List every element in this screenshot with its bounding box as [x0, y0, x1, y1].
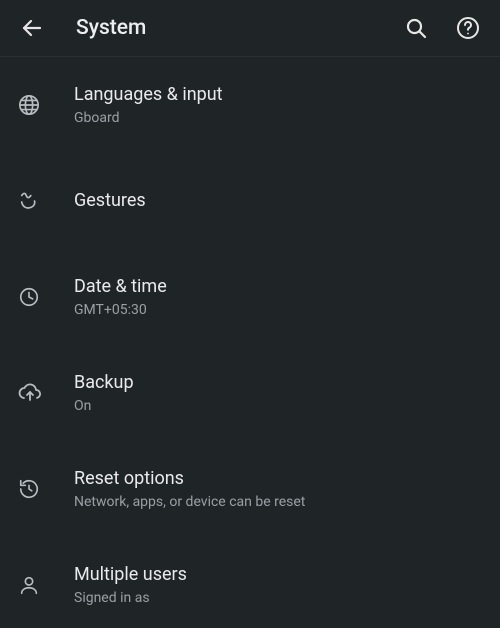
globe-icon: [18, 94, 40, 116]
cloud-upload-icon: [18, 382, 42, 404]
arrow-back-icon: [20, 16, 44, 40]
item-title: Reset options: [74, 468, 482, 491]
settings-list: Languages & input Gboard Gestures Date &…: [0, 57, 500, 628]
clock-icon: [18, 286, 40, 308]
search-button[interactable]: [402, 14, 430, 42]
restore-icon: [18, 478, 40, 500]
item-subtitle: GMT+05:30: [74, 302, 482, 318]
page-title: System: [76, 16, 402, 40]
appbar: System: [0, 0, 500, 57]
help-icon: [456, 16, 480, 40]
item-subtitle: Gboard: [74, 110, 482, 126]
item-title: Gestures: [74, 190, 482, 213]
item-title: Multiple users: [74, 564, 482, 587]
item-title: Languages & input: [74, 84, 482, 107]
item-title: Date & time: [74, 276, 482, 299]
list-item-multiple-users[interactable]: Multiple users Signed in as: [0, 537, 500, 628]
back-button[interactable]: [18, 14, 46, 42]
list-item-reset[interactable]: Reset options Network, apps, or device c…: [0, 441, 500, 537]
person-icon: [18, 574, 40, 596]
search-icon: [404, 16, 428, 40]
item-subtitle: Network, apps, or device can be reset: [74, 494, 482, 510]
list-item-languages[interactable]: Languages & input Gboard: [0, 57, 500, 153]
item-subtitle: On: [74, 398, 482, 414]
list-item-gestures[interactable]: Gestures: [0, 153, 500, 249]
list-item-datetime[interactable]: Date & time GMT+05:30: [0, 249, 500, 345]
item-subtitle: Signed in as: [74, 590, 482, 606]
item-title: Backup: [74, 372, 482, 395]
list-item-backup[interactable]: Backup On: [0, 345, 500, 441]
help-button[interactable]: [454, 14, 482, 42]
gesture-icon: [18, 190, 40, 212]
